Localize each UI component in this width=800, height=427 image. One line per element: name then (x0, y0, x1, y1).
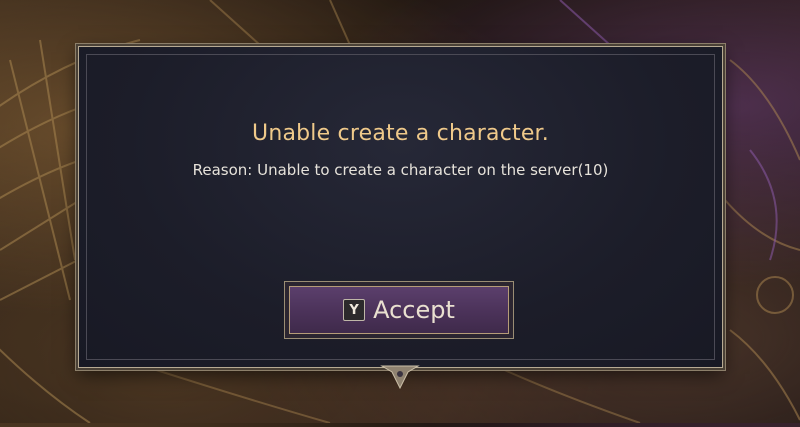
error-dialog: Unable create a character. Reason: Unabl… (78, 46, 723, 368)
y-key-icon: Y (343, 299, 366, 321)
dialog-title: Unable create a character. (252, 121, 549, 146)
dialog-reason: Reason: Unable to create a character on … (192, 161, 609, 179)
accept-button[interactable]: Y Accept (289, 286, 509, 334)
accept-button-label: Accept (373, 296, 455, 324)
accept-button-frame: Y Accept (284, 281, 514, 339)
dialog-bottom-ornament-icon (380, 362, 420, 396)
